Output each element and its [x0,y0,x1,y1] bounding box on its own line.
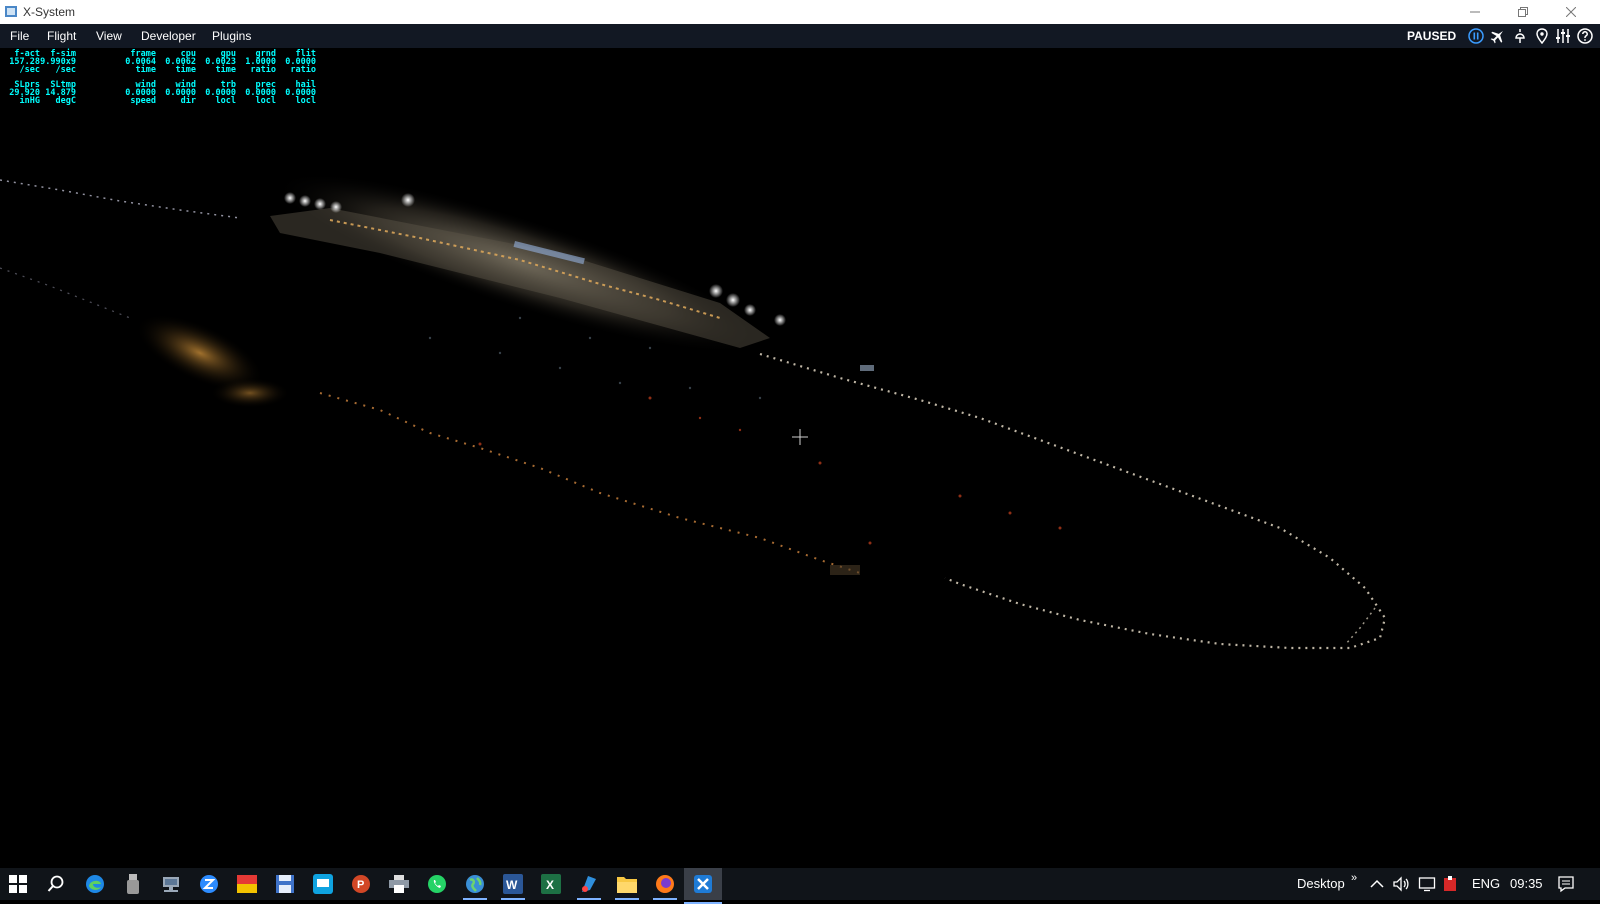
stat-row1-5: grnd 1.0000 ratio [236,50,276,75]
action-center-icon[interactable] [1557,875,1575,893]
stat-unit: ratio [250,65,276,75]
stat-unit: time [215,65,236,75]
stat-row2-3: wind 0.0000 dir [156,81,196,106]
stat-unit: time [135,65,156,75]
menu-file[interactable]: File [10,29,29,43]
menu-developer[interactable]: Developer [141,29,196,43]
paint-icon[interactable] [577,872,601,900]
speaker-icon[interactable] [1392,875,1410,893]
network-icon[interactable] [1418,875,1436,893]
whatsapp-icon[interactable] [425,872,449,896]
powerpoint-icon[interactable]: P [349,872,373,896]
zoom-icon[interactable] [197,872,221,896]
restore-icon [1518,7,1528,17]
stat-row1-0: f-act 157.28/sec [0,50,40,75]
stat-unit: /sec [19,65,40,75]
close-button[interactable] [1548,0,1594,24]
chevron-double-right-icon[interactable]: » [1351,872,1357,884]
save-disk-icon[interactable] [273,872,297,896]
stat-unit: degC [55,96,76,106]
stat-row1-2: frame 0.0064 time [116,50,156,75]
window-title: X-System [23,5,76,19]
stat-row2-6: hail 0.0000 locl [276,81,316,106]
menu-view[interactable]: View [96,29,122,43]
restore-button[interactable] [1500,0,1546,24]
stat-row1-1: f-sim 9.990x9/sec [36,50,76,75]
help-icon[interactable] [1577,28,1593,44]
firefox-icon[interactable] [653,872,677,900]
night-airport-scene [0,171,1387,650]
stat-row2-1: SLtmp 14.879 degC [36,81,76,106]
stat-unit: inHG [19,96,40,106]
stat-unit: locl [215,96,236,106]
minimize-button[interactable] [1452,0,1498,24]
network-drive-icon[interactable] [159,872,183,896]
stat-unit: ratio [290,65,316,75]
settings-sliders-icon[interactable] [1555,28,1571,44]
simulator-viewport[interactable]: f-act 157.28/sec f-sim 9.990x9/sec frame 0.00… [0,48,1600,868]
location-pin-icon[interactable] [1534,28,1550,44]
airplane-icon[interactable] [1490,28,1506,44]
stat-unit: time [175,65,196,75]
stat-unit: locl [255,96,276,106]
printer-icon[interactable] [387,872,411,896]
search-icon[interactable] [44,872,68,896]
weather-icon[interactable] [1512,28,1528,44]
stat-row2-4: trb 0.0000 locl [196,81,236,106]
stat-unit: /sec [55,65,76,75]
notification-app-icon[interactable] [1441,875,1459,893]
stat-row2-0: SLprs 29.920 inHG [0,81,40,106]
excel-icon[interactable]: X [539,872,563,896]
stat-unit: locl [295,96,316,106]
menu-flight[interactable]: Flight [47,29,76,43]
taskbar: P W X Desktop » ENG 09:35 [0,868,1600,904]
stat-row1-4: gpu 0.0023 time [196,50,236,75]
stat-row1-3: cpu 0.0062 time [156,50,196,75]
stat-unit: speed [130,96,156,106]
windows-start-icon[interactable] [6,872,30,896]
menu-bar: File Flight View Developer Plugins PAUSE… [0,24,1600,48]
xplane-icon[interactable] [684,868,722,904]
paused-status: PAUSED [1407,29,1457,43]
file-explorer-icon[interactable] [615,872,639,900]
chevron-up-icon[interactable] [1368,875,1386,893]
stat-row2-5: prec 0.0000 locl [236,81,276,106]
edge-icon[interactable] [83,872,107,896]
pause-icon[interactable] [1468,28,1484,44]
desktop-toolbar-label[interactable]: Desktop [1297,876,1345,891]
stat-unit: dir [180,96,196,106]
app-icon [5,6,17,17]
window-titlebar: X-System [0,0,1600,24]
crosshair [792,429,808,445]
language-indicator[interactable]: ENG [1472,876,1500,891]
svg-text:W: W [506,878,518,892]
svg-text:X: X [546,878,554,892]
stat-row1-6: flit 0.0000 ratio [276,50,316,75]
stat-row2-2: wind 0.0000 speed [116,81,156,106]
word-icon[interactable]: W [501,872,525,900]
globe-icon[interactable] [463,872,487,900]
screen-app-icon[interactable] [311,872,335,896]
menu-plugins[interactable]: Plugins [212,29,251,43]
clock[interactable]: 09:35 [1510,876,1543,891]
close-icon [1566,7,1576,17]
flag-app-icon[interactable] [235,872,259,896]
svg-text:P: P [357,879,364,891]
usb-drive-icon[interactable] [121,872,145,896]
minimize-icon [1470,11,1480,13]
